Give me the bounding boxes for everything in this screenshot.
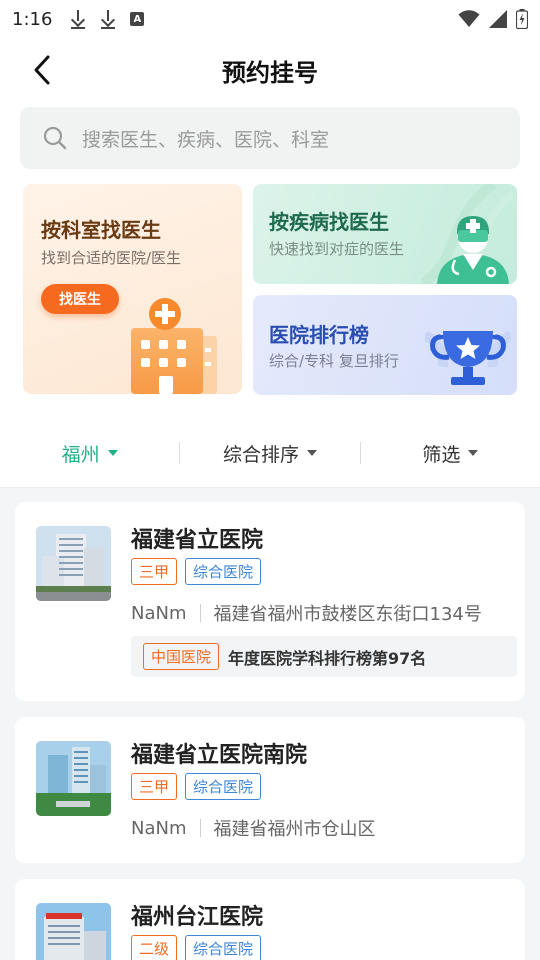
card-title: 按疾病找医生 (269, 210, 389, 234)
caret-down-icon (307, 450, 317, 456)
level-tag: 三甲 (131, 773, 178, 800)
type-tag: 综合医院 (185, 558, 262, 585)
battery-icon (516, 9, 528, 29)
hospital-address: 福建省福州市鼓楼区东街口134号 (213, 604, 482, 625)
filter-label: 筛选 (422, 443, 461, 466)
wifi-icon (458, 10, 480, 27)
ranking-text: 年度医院学科排行榜第97名 (228, 648, 427, 668)
divider (199, 819, 201, 837)
status-notification-icons: A (70, 9, 145, 29)
filter-screen[interactable]: 筛选 (361, 440, 540, 467)
hospital-card[interactable]: 福州台江医院 二级 综合医院 (15, 879, 525, 960)
filter-city[interactable]: 福州 (0, 440, 179, 467)
hospital-card[interactable]: 福建省立医院南院 三甲 综合医院 NaNm 福建省福州市仓山区 (15, 717, 525, 863)
search-icon (43, 126, 67, 150)
hospital-distance: NaNm (131, 817, 187, 839)
status-time: 1:16 (12, 8, 53, 30)
hospital-address: 福建省福州市仓山区 (213, 819, 376, 840)
download-icon (100, 9, 116, 29)
hospital-name: 福建省立医院 (131, 528, 264, 553)
hospital-building-icon (131, 298, 217, 394)
status-system-icons (458, 9, 528, 29)
hospital-tags: 三甲 综合医院 (131, 558, 262, 585)
level-tag: 三甲 (131, 558, 178, 585)
hospital-tags: 三甲 综合医院 (131, 773, 262, 800)
hospital-tags: 二级 综合医院 (131, 935, 262, 960)
caret-down-icon (107, 450, 118, 456)
hospital-meta: NaNm 福建省福州市鼓楼区东街口134号 (131, 600, 482, 626)
back-button[interactable] (24, 52, 60, 88)
filter-label: 福州 (61, 443, 100, 466)
type-tag: 综合医院 (185, 935, 262, 960)
page-title: 预约挂号 (222, 58, 318, 87)
search-input[interactable]: 搜索医生、疾病、医院、科室 (20, 107, 520, 169)
hospital-name: 福建省立医院南院 (131, 743, 308, 768)
card-title: 按科室找医生 (41, 218, 161, 242)
hospital-card[interactable]: 福建省立医院 三甲 综合医院 NaNm 福建省福州市鼓楼区东街口134号 中国医… (15, 502, 525, 701)
caret-down-icon (468, 450, 479, 456)
status-bar: 1:16 A (0, 0, 540, 38)
trophy-icon (425, 330, 511, 385)
chevron-left-icon (34, 55, 50, 85)
signal-icon (489, 10, 507, 28)
doctor-icon (437, 216, 509, 284)
ranking-source-tag: 中国医院 (143, 643, 220, 670)
level-tag: 二级 (131, 935, 178, 960)
hospital-photo (36, 903, 111, 960)
card-title: 医院排行榜 (269, 323, 369, 347)
filter-sort[interactable]: 综合排序 (180, 440, 359, 467)
search-placeholder: 搜索医生、疾病、医院、科室 (82, 128, 330, 151)
filter-bar: 福州 综合排序 筛选 (0, 425, 540, 481)
nav-header: 预约挂号 (0, 40, 540, 100)
hospital-photo (36, 741, 111, 816)
type-tag: 综合医院 (185, 773, 262, 800)
find-by-department-card[interactable]: 按科室找医生 找到合适的医院/医生 找医生 (23, 184, 242, 394)
find-doctor-button[interactable]: 找医生 (41, 284, 119, 314)
hospital-ranking-card[interactable]: 医院排行榜 综合/专科 复旦排行 (253, 295, 517, 395)
download-icon (70, 9, 86, 29)
card-subtitle: 综合/专科 复旦排行 (269, 352, 399, 370)
hospital-distance: NaNm (131, 602, 187, 624)
hospital-meta: NaNm 福建省福州市仓山区 (131, 815, 376, 841)
hospital-photo (36, 526, 111, 601)
filter-label: 综合排序 (222, 443, 299, 466)
hospital-name: 福州台江医院 (131, 905, 264, 930)
find-by-disease-card[interactable]: 按疾病找医生 快速找到对症的医生 (253, 184, 517, 284)
card-subtitle: 找到合适的医院/医生 (41, 249, 182, 267)
a-icon: A (130, 12, 145, 26)
card-subtitle: 快速找到对症的医生 (269, 240, 405, 258)
divider (199, 604, 201, 622)
ranking-row: 中国医院 年度医院学科排行榜第97名 (131, 636, 517, 677)
